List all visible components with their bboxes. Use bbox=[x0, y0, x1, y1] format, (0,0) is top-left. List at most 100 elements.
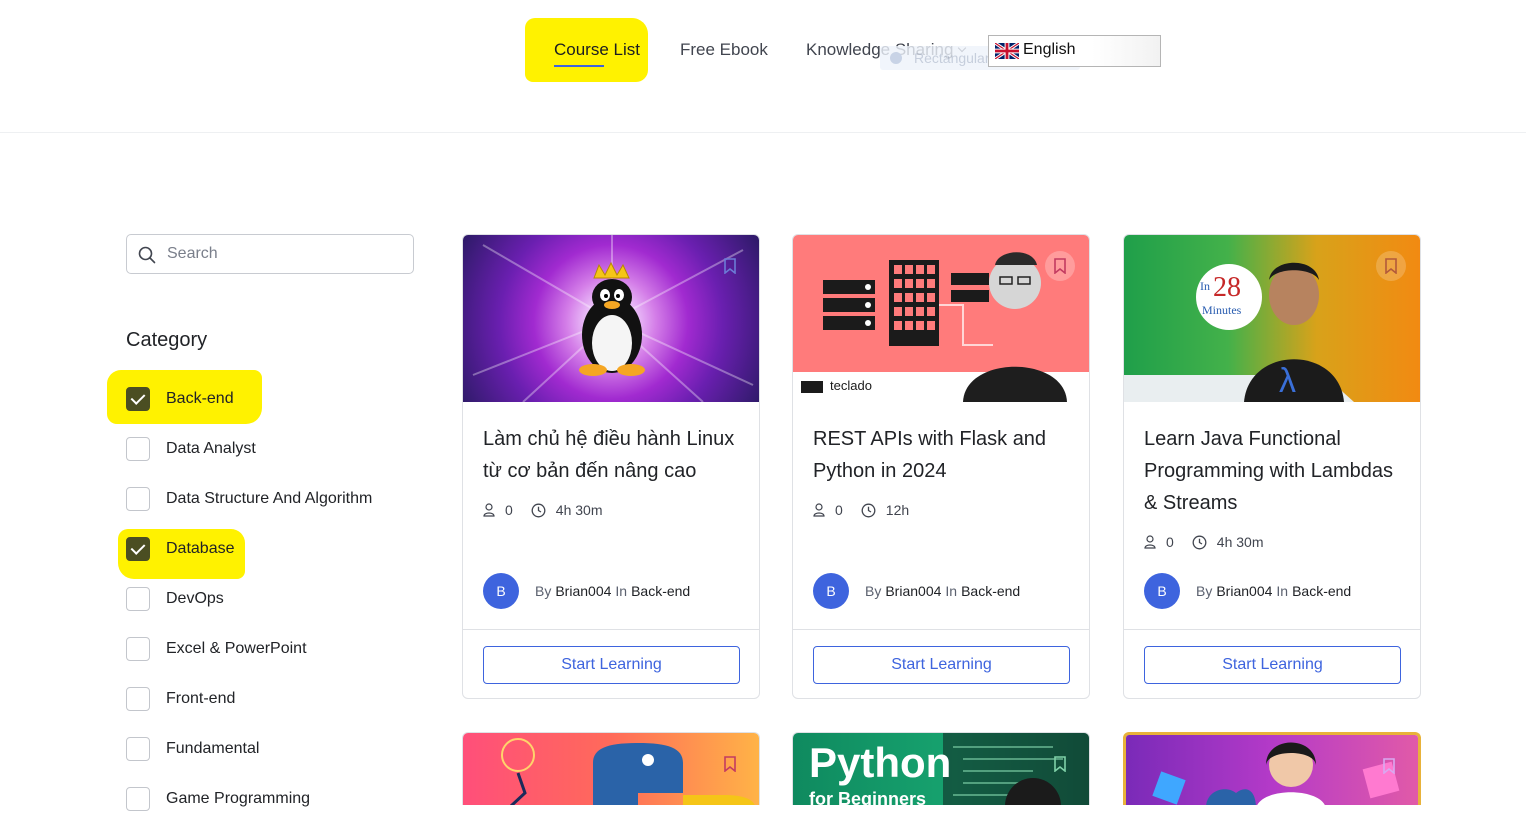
badge-in: In bbox=[1200, 279, 1210, 293]
brand-text: teclado bbox=[830, 378, 872, 393]
linux-penguin-icon bbox=[472, 235, 754, 402]
category-title: Category bbox=[126, 329, 208, 351]
avatar[interactable]: B bbox=[483, 573, 519, 609]
category-label: Data Analyst bbox=[166, 440, 256, 457]
author-row: B By Brian004 In Back-end bbox=[813, 573, 1024, 609]
bookmark-button[interactable] bbox=[1376, 251, 1406, 281]
checkbox[interactable] bbox=[126, 437, 150, 461]
student-count: 0 bbox=[835, 502, 843, 518]
checkbox[interactable] bbox=[126, 487, 150, 511]
uk-flag-icon bbox=[995, 43, 1019, 59]
course-duration: 12h bbox=[885, 502, 910, 518]
clock-icon bbox=[531, 503, 546, 517]
api-diagram-icon bbox=[793, 252, 1089, 402]
search-icon bbox=[138, 246, 156, 264]
bookmark-button[interactable] bbox=[715, 251, 745, 281]
python-logo-icon bbox=[501, 738, 755, 805]
author-name[interactable]: Brian004 bbox=[885, 583, 941, 599]
checkbox[interactable] bbox=[126, 587, 150, 611]
start-learning-button[interactable]: Start Learning bbox=[483, 646, 740, 684]
category-label: Front-end bbox=[166, 690, 236, 707]
bookmark-icon bbox=[724, 258, 736, 274]
checkbox[interactable] bbox=[126, 737, 150, 761]
author-row: B By Brian004 In Back-end bbox=[1144, 573, 1355, 609]
course-category[interactable]: Back-end bbox=[1292, 583, 1351, 599]
bookmark-button[interactable] bbox=[1045, 749, 1075, 779]
course-card: teclado REST APIs with Flask and Python … bbox=[792, 234, 1090, 699]
course-thumbnail[interactable]: Python for Beginners bbox=[793, 733, 1089, 805]
course-thumbnail[interactable] bbox=[463, 235, 759, 402]
start-learning-button[interactable]: Start Learning bbox=[813, 646, 1070, 684]
bookmark-button[interactable] bbox=[1045, 251, 1075, 281]
by-label: By bbox=[865, 583, 882, 599]
lambda-symbol: λ bbox=[1279, 362, 1296, 400]
checkbox[interactable] bbox=[126, 787, 150, 811]
in-label: In bbox=[615, 583, 628, 599]
author-name[interactable]: Brian004 bbox=[1216, 583, 1272, 599]
course-thumbnail[interactable] bbox=[463, 733, 759, 805]
by-label: By bbox=[1196, 583, 1213, 599]
course-card bbox=[1123, 732, 1421, 805]
snip-icon bbox=[890, 52, 902, 64]
bookmark-icon bbox=[1385, 258, 1397, 274]
bookmark-button[interactable] bbox=[1374, 751, 1404, 781]
course-card: In 28 Minutes λ Learn Java Functional Pr… bbox=[1123, 234, 1421, 699]
nav-label: Course List bbox=[554, 40, 640, 59]
category-label: Database bbox=[166, 540, 235, 557]
category-label: DevOps bbox=[166, 590, 224, 607]
language-selector[interactable]: English bbox=[988, 35, 1161, 67]
course-title[interactable]: REST APIs with Flask and Python in 2024 bbox=[813, 423, 1075, 487]
search-input[interactable] bbox=[167, 243, 402, 265]
course-thumbnail[interactable]: teclado bbox=[793, 235, 1089, 402]
user-icon bbox=[813, 503, 825, 517]
course-meta: 0 4h 30m bbox=[1144, 534, 1264, 550]
bookmark-icon bbox=[1054, 756, 1066, 772]
badge-number: 28 bbox=[1213, 272, 1241, 303]
badge-minutes: Minutes bbox=[1202, 303, 1242, 317]
author-row: B By Brian004 In Back-end bbox=[483, 573, 694, 609]
thumb-title-small: for Beginners bbox=[809, 789, 927, 805]
language-label: English bbox=[1023, 41, 1076, 58]
course-duration: 4h 30m bbox=[555, 502, 603, 518]
checkbox[interactable] bbox=[126, 637, 150, 661]
category-label: Back-end bbox=[166, 390, 234, 407]
course-category[interactable]: Back-end bbox=[631, 583, 690, 599]
nav-free-ebook[interactable]: Free Ebook bbox=[680, 40, 768, 60]
in-label: In bbox=[1276, 583, 1289, 599]
category-label: Fundamental bbox=[166, 740, 260, 757]
clock-icon bbox=[861, 503, 876, 517]
search-box bbox=[126, 234, 414, 274]
course-duration: 4h 30m bbox=[1216, 534, 1264, 550]
avatar[interactable]: B bbox=[1144, 573, 1180, 609]
avatar[interactable]: B bbox=[813, 573, 849, 609]
course-title[interactable]: Learn Java Functional Programming with L… bbox=[1144, 423, 1406, 519]
course-thumbnail[interactable]: In 28 Minutes λ bbox=[1124, 235, 1420, 402]
bookmark-icon bbox=[1054, 258, 1066, 274]
category-label: Excel & PowerPoint bbox=[166, 640, 307, 657]
clock-icon bbox=[1192, 535, 1207, 549]
course-category[interactable]: Back-end bbox=[961, 583, 1020, 599]
category-label: Game Programming bbox=[166, 790, 311, 807]
divider bbox=[1124, 629, 1420, 630]
bookmark-icon bbox=[724, 756, 736, 772]
student-count: 0 bbox=[505, 502, 513, 518]
checkbox[interactable] bbox=[126, 687, 150, 711]
divider bbox=[793, 629, 1089, 630]
site-header: Course List Free Ebook Knowledge Sharing… bbox=[0, 0, 1526, 133]
by-label: By bbox=[535, 583, 552, 599]
checkbox[interactable] bbox=[126, 537, 150, 561]
nav-course-list[interactable]: Course List bbox=[554, 40, 640, 67]
author-name[interactable]: Brian004 bbox=[555, 583, 611, 599]
bookmark-button[interactable] bbox=[715, 749, 745, 779]
course-title[interactable]: Làm chủ hệ điều hành Linux từ cơ bản đến… bbox=[483, 423, 745, 487]
checkbox[interactable] bbox=[126, 387, 150, 411]
course-card bbox=[462, 732, 760, 805]
course-meta: 0 4h 30m bbox=[483, 502, 603, 518]
user-icon bbox=[1144, 535, 1156, 549]
category-label: Data Structure And Algorithm bbox=[166, 490, 373, 507]
bookmark-icon bbox=[1383, 758, 1395, 774]
thumb-title-big: Python bbox=[809, 739, 952, 786]
course-card: Làm chủ hệ điều hành Linux từ cơ bản đến… bbox=[462, 234, 760, 699]
start-learning-button[interactable]: Start Learning bbox=[1144, 646, 1401, 684]
course-thumbnail[interactable] bbox=[1126, 735, 1418, 805]
